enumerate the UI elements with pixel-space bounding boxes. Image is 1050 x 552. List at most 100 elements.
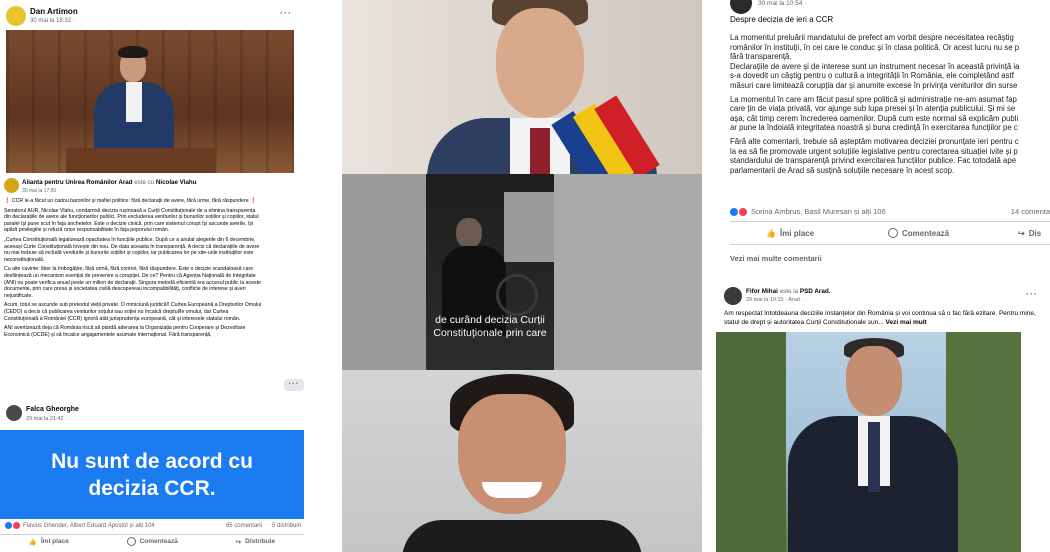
portrait-photo-prefect[interactable] bbox=[342, 0, 702, 174]
text-line: care țin de viața privată, vor ajunge su… bbox=[730, 104, 1016, 114]
text-line: la ea să fie promovate urgent soluțiile … bbox=[730, 146, 1018, 156]
post-paragraph: Acum, totul se ascunde sub pretextul vie… bbox=[4, 302, 262, 322]
comments-count[interactable]: 14 comenta bbox=[1011, 207, 1050, 216]
avatar[interactable] bbox=[4, 178, 19, 193]
post-date[interactable]: 30 mai la 10:54 · bbox=[758, 0, 806, 7]
view-more-comments-link[interactable]: Vezi mai multe comentarii bbox=[730, 254, 822, 263]
like-button[interactable]: 👍 Îmi place bbox=[29, 538, 69, 546]
banner-line: Nu sunt de acord cu bbox=[51, 450, 253, 473]
text-line: fără transparență. bbox=[730, 52, 792, 62]
portrait-photo-smiling-man[interactable] bbox=[342, 370, 702, 552]
post-paragraph: ❗ CCR le-a făcut un cadou baronilor și m… bbox=[4, 198, 257, 204]
comments-count[interactable]: 65 comentarii bbox=[226, 523, 262, 529]
reactions-summary[interactable]: Sorina Ambrus, Basil Muresan și alți 106 bbox=[751, 207, 886, 216]
like-button[interactable]: 👍 Îmi place bbox=[766, 228, 888, 238]
shares-count[interactable]: 5 distribuiri bbox=[272, 523, 301, 529]
comment-button[interactable]: Comentează bbox=[126, 537, 178, 546]
post-author[interactable]: Falca Gheorghe bbox=[26, 406, 79, 413]
share-icon: ↪ bbox=[235, 538, 242, 546]
thumbs-up-icon: 👍 bbox=[766, 228, 776, 238]
post-dan-artimon: Dan Artimon 30 mai la 18:32 · ··· bbox=[0, 0, 300, 173]
tagged-person[interactable]: Nicolae Vlahu bbox=[156, 179, 197, 186]
share-icon: ↪ bbox=[1018, 228, 1025, 238]
post-header: Fifor Mihai este la PSD Arad. bbox=[746, 288, 830, 295]
thumbs-up-icon: 👍 bbox=[28, 538, 37, 546]
text-line: La momentul în care am făcut pasul spre … bbox=[730, 94, 1017, 104]
divider bbox=[730, 244, 1050, 245]
post-author[interactable]: Dan Artimon bbox=[30, 7, 78, 16]
text-line: s-a dovedit un câștig pentru o cultură a… bbox=[730, 71, 1014, 81]
love-reaction-icon bbox=[13, 522, 20, 529]
comment-button[interactable]: Comentează bbox=[888, 228, 1018, 238]
reactions-bar: Flavius Ghender, Albert Eduard Apostol ș… bbox=[5, 522, 301, 529]
text-line: așa, cât timp cerem încrederea oamenilor… bbox=[730, 113, 1019, 123]
share-button[interactable]: ↪ Distribuie bbox=[236, 538, 275, 546]
love-reaction-icon bbox=[739, 207, 747, 216]
post-fifor-mihai: Fifor Mihai este la PSD Arad. 29 mai la … bbox=[716, 281, 1050, 552]
post-paragraph: ANI avertizează deja că România riscă să… bbox=[4, 325, 246, 338]
text-line: măsuri care limitează corupția dar și an… bbox=[730, 80, 1018, 90]
avatar[interactable] bbox=[6, 405, 22, 421]
share-button[interactable]: ↪ Dis bbox=[1018, 228, 1041, 238]
post-heading: Despre decizia de ieri a CCR bbox=[730, 15, 834, 24]
with-text: este cu bbox=[134, 179, 155, 186]
text-line: parlamentarii de Arad să susțină soluții… bbox=[730, 165, 955, 175]
post-paragraph: „Curtea Constituțională legalizează opac… bbox=[4, 236, 260, 263]
action-bar: 👍 Îmi place Comentează ↪ Distribuie bbox=[0, 537, 304, 546]
post-body: ❗ CCR le-a făcut un cadou baronilor și m… bbox=[4, 198, 262, 341]
video-frame[interactable]: de curând decizia Curții Constituționale… bbox=[426, 174, 554, 370]
post-falca-gheorghe: ··· Falca Gheorghe 29 mai la 21:42 · Nu … bbox=[0, 374, 310, 552]
post-date[interactable]: 29 mai la 19:15 · Arad · bbox=[746, 297, 803, 303]
text-line: La momentul preluării mandatului de pref… bbox=[730, 33, 1014, 42]
post-body: La momentul preluării mandatului de pref… bbox=[730, 33, 1050, 175]
divider bbox=[730, 221, 1050, 222]
avatar[interactable] bbox=[730, 0, 752, 14]
comment-label: Comentează bbox=[139, 538, 178, 545]
like-reaction-icon bbox=[5, 522, 12, 529]
video-caption: de curând decizia Curții Constituționale… bbox=[426, 314, 554, 340]
reactions-summary[interactable]: Flavius Ghender, Albert Eduard Apostol ș… bbox=[23, 523, 155, 529]
more-options-icon[interactable]: ··· bbox=[284, 379, 304, 391]
post-date[interactable]: 29 mai la 21:42 · bbox=[26, 416, 67, 422]
caption-line: de curând decizia Curții bbox=[435, 314, 545, 326]
post-aur-arad: Alianta pentru Unirea Românilor Arad est… bbox=[0, 174, 265, 374]
post-author[interactable]: Fifor Mihai bbox=[746, 288, 778, 295]
caption-line: Constituționale prin care bbox=[433, 327, 547, 339]
like-label: Îmi place bbox=[40, 538, 69, 545]
text-line: Fără alte comentarii, trebuie să așteptă… bbox=[730, 136, 1019, 146]
post-ccr-statement: 30 mai la 10:54 · Despre decizia de ieri… bbox=[722, 0, 1050, 270]
post-text: Am respectat întotdeauna deciziile insta… bbox=[724, 310, 1036, 326]
post-paragraph: Cu alte cuvinte: liber la îmbogățire, fă… bbox=[4, 266, 261, 299]
more-options-icon[interactable]: ··· bbox=[280, 8, 292, 18]
avatar[interactable] bbox=[6, 6, 26, 26]
post-date[interactable]: 30 mai la 17:50 · bbox=[22, 188, 59, 194]
more-options-icon[interactable]: ··· bbox=[1026, 289, 1038, 299]
video-still[interactable]: de curând decizia Curții Constituționale… bbox=[342, 174, 702, 370]
see-more-link[interactable]: Vezi mai mult bbox=[886, 319, 927, 326]
comment-icon bbox=[126, 537, 136, 546]
text-line: ar pune la îndoială integritatea noastră… bbox=[730, 123, 1018, 133]
comment-label: Comentează bbox=[902, 228, 950, 238]
location[interactable]: PSD Arad. bbox=[800, 288, 831, 295]
text-line: standardului de transparență privind exe… bbox=[730, 156, 1017, 166]
like-label: Îmi place bbox=[779, 228, 815, 238]
share-label: Distribuie bbox=[245, 538, 276, 545]
reactions-bar: Sorina Ambrus, Basil Muresan și alți 106… bbox=[730, 207, 1050, 216]
text-line: românilor în instituții, în cei care le … bbox=[730, 42, 1020, 52]
post-body: Am respectat întotdeauna deciziile insta… bbox=[724, 310, 1044, 327]
banner-image[interactable]: Nu sunt de acord cu decizia CCR. bbox=[0, 430, 304, 519]
post-date[interactable]: 30 mai la 18:32 · bbox=[30, 18, 75, 24]
avatar[interactable] bbox=[724, 287, 742, 305]
post-photo[interactable] bbox=[716, 332, 1021, 552]
text-line: Declarațiile de avere și de interese sun… bbox=[730, 61, 1020, 71]
banner-line: decizia CCR. bbox=[88, 477, 216, 500]
post-photo[interactable] bbox=[6, 30, 294, 173]
action-bar: 👍 Îmi place Comentează ↪ Dis bbox=[766, 228, 1050, 238]
comment-icon bbox=[888, 228, 898, 238]
post-author[interactable]: Alianta pentru Unirea Românilor Arad bbox=[22, 179, 132, 186]
like-reaction-icon bbox=[730, 207, 738, 216]
with-text: este la bbox=[779, 288, 799, 295]
share-label: Dis bbox=[1028, 228, 1042, 238]
divider bbox=[0, 534, 304, 535]
post-paragraph: Senatorul AUR, Nicolae Vlahu, condamnă d… bbox=[4, 207, 259, 234]
